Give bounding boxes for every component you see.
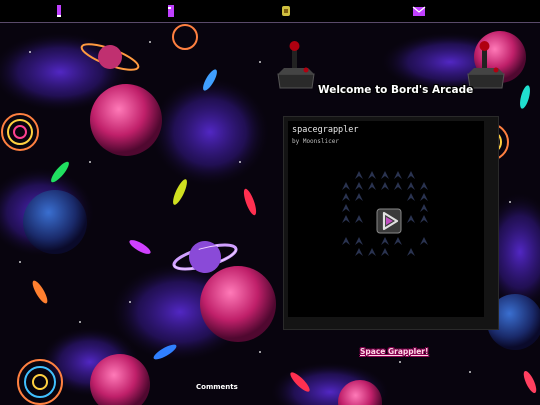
enemy-ship-icon xyxy=(342,237,350,245)
home-icon[interactable] xyxy=(52,4,66,18)
game-author: by Moonslicer xyxy=(292,138,339,145)
game-title: spacegrappler xyxy=(292,125,359,135)
enemy-ship-icon xyxy=(368,248,376,256)
enemy-ship-icon xyxy=(407,215,415,223)
enemy-ship-icon xyxy=(381,237,389,245)
enemy-ship-icon xyxy=(355,182,363,190)
enemy-ship-icon xyxy=(355,237,363,245)
enemy-ship-icon xyxy=(342,193,350,201)
enemy-ship-icon xyxy=(355,171,363,179)
joystick-icon xyxy=(277,41,315,89)
enemy-ship-icon xyxy=(407,171,415,179)
enemy-ship-icon xyxy=(420,193,428,201)
enemy-ship-icon xyxy=(355,215,363,223)
enemy-ship-icon xyxy=(420,204,428,212)
enemy-ship-icon xyxy=(420,237,428,245)
enemy-ship-icon xyxy=(368,171,376,179)
game-embed-panel: spacegrappler by Moonslicer xyxy=(283,116,499,330)
enemy-ship-icon xyxy=(407,248,415,256)
enemy-ship-icon xyxy=(394,237,402,245)
enemy-ship-icon xyxy=(394,182,402,190)
top-nav-bar xyxy=(0,0,540,23)
enemy-ship-icon xyxy=(355,193,363,201)
enemy-ship-icon xyxy=(381,248,389,256)
game-canvas[interactable]: spacegrappler by Moonslicer xyxy=(288,121,484,317)
enemy-ship-icon xyxy=(407,182,415,190)
enemy-ship-icon xyxy=(368,182,376,190)
game-link[interactable]: Space Grappler! xyxy=(360,347,428,356)
mail-icon[interactable] xyxy=(412,4,426,18)
games-icon[interactable] xyxy=(164,4,178,18)
enemy-ship-icon xyxy=(355,248,363,256)
enemy-ship-icon xyxy=(342,182,350,190)
enemy-ship-icon xyxy=(381,171,389,179)
comments-label[interactable]: Comments xyxy=(196,383,238,391)
play-icon[interactable] xyxy=(376,208,402,234)
enemy-ship-icon xyxy=(394,171,402,179)
enemy-ship-icon xyxy=(420,182,428,190)
enemy-ship-icon xyxy=(381,182,389,190)
enemy-ship-icon xyxy=(342,204,350,212)
enemy-ship-icon xyxy=(342,215,350,223)
enemy-ship-icon xyxy=(420,215,428,223)
music-icon[interactable] xyxy=(279,4,293,18)
enemy-ship-icon xyxy=(407,193,415,201)
page-title: Welcome to Bord's Arcade xyxy=(318,84,474,96)
